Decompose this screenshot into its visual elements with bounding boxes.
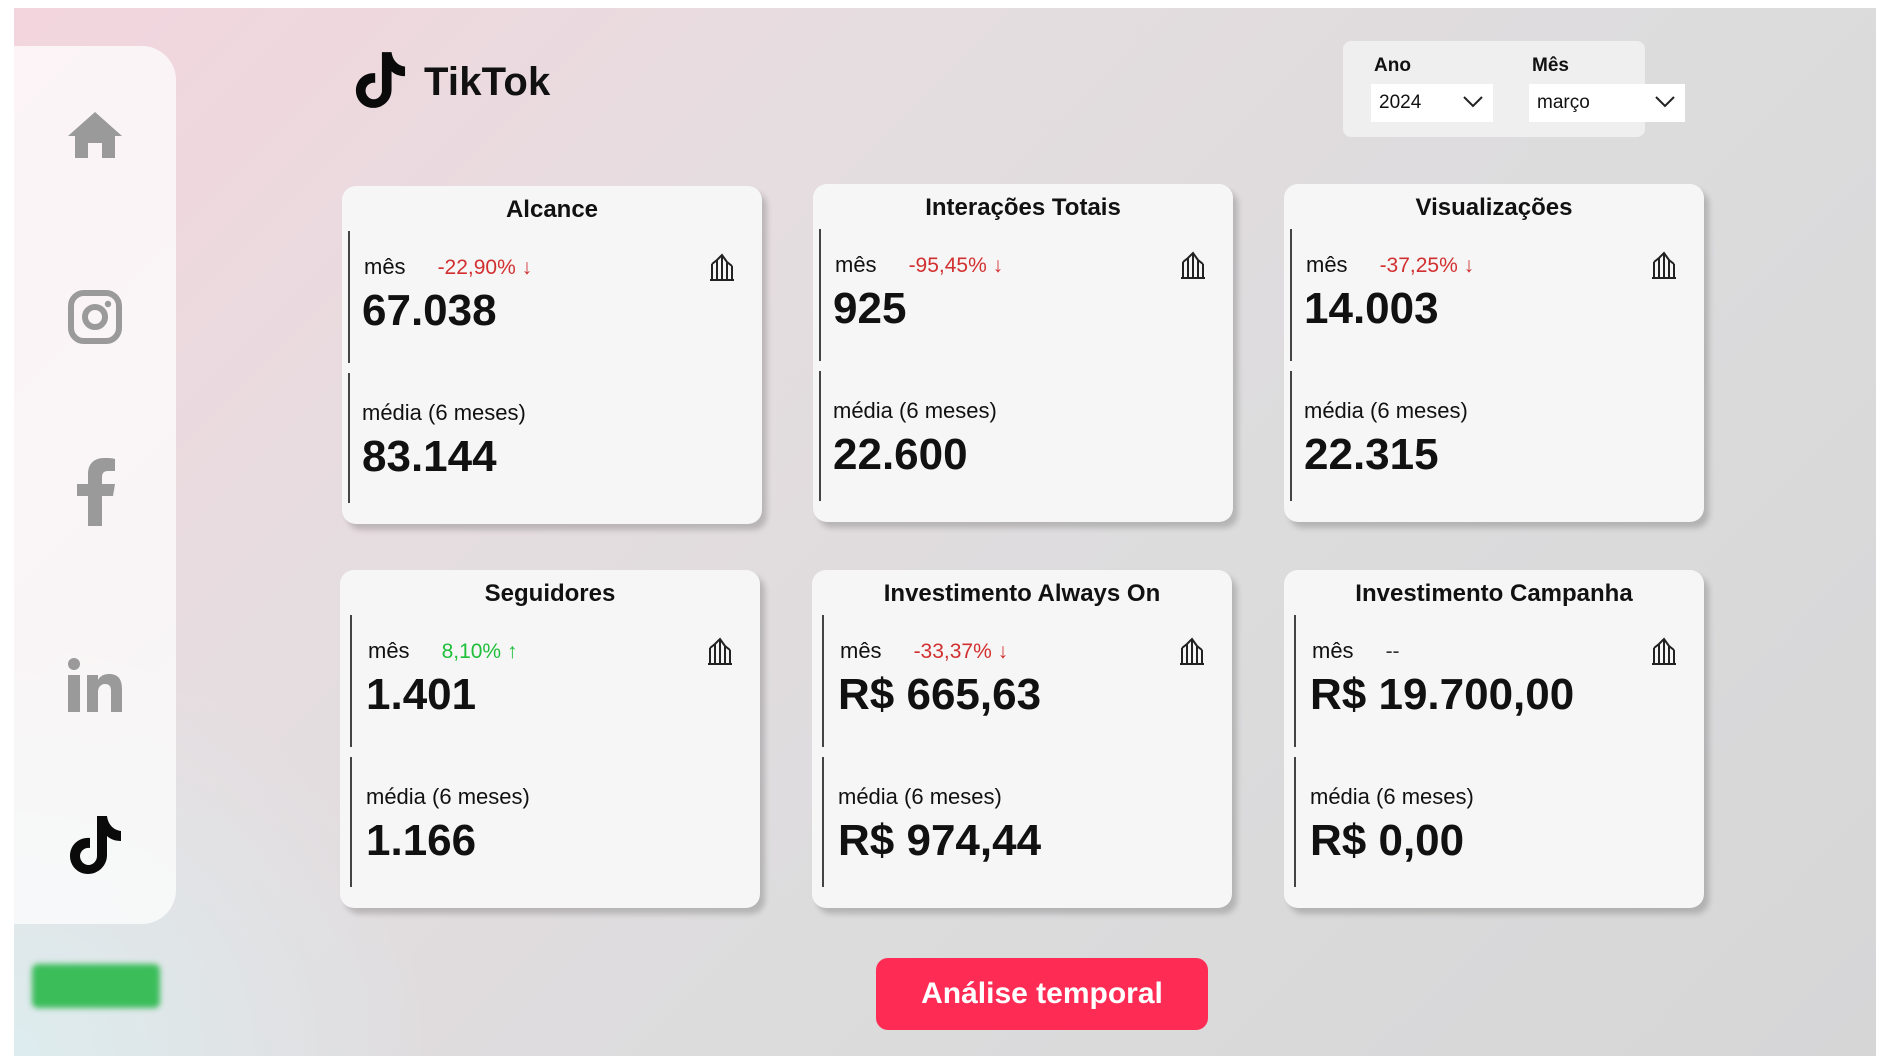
month-filter: Mês março [1529, 55, 1685, 122]
page-title: TikTok [424, 60, 551, 104]
divider [819, 371, 821, 501]
average-label: média (6 meses) [1304, 398, 1468, 423]
sidebar-item-home[interactable] [60, 100, 130, 170]
month-label: mês [840, 638, 882, 663]
card-title: Visualizações [1415, 194, 1573, 221]
divider [348, 373, 350, 503]
average-label: média (6 meses) [833, 398, 997, 423]
brand-header: TikTok [354, 50, 550, 115]
tiktok-icon [68, 814, 122, 876]
card-title: Investimento Always On [883, 580, 1161, 607]
month-label: mês [1312, 638, 1354, 663]
kpi-card-interacoes: Interações Totais mês -95,45% ↓ 925 médi… [813, 184, 1233, 522]
kpi-card-investimento-always-on: Investimento Always On mês -33,37% ↓ R$ … [812, 570, 1232, 908]
month-label: mês [364, 254, 406, 279]
month-value: 14.003 [1304, 284, 1439, 333]
home-icon [66, 109, 124, 161]
divider [348, 231, 350, 363]
drillthrough-chart-icon[interactable] [706, 636, 734, 671]
average-label: média (6 meses) [366, 784, 530, 809]
divider [819, 229, 821, 361]
drillthrough-chart-icon[interactable] [1179, 250, 1207, 285]
sidebar-item-instagram[interactable] [60, 282, 130, 352]
month-value: R$ 19.700,00 [1310, 670, 1575, 719]
month-label: mês [1306, 252, 1348, 277]
divider [350, 757, 352, 887]
average-value: R$ 0,00 [1310, 816, 1465, 865]
average-label: média (6 meses) [838, 784, 1002, 809]
divider [822, 615, 824, 747]
status-badge [32, 964, 160, 1008]
year-filter: Ano 2024 [1371, 55, 1493, 122]
card-title: Investimento Campanha [1355, 580, 1633, 607]
divider [350, 615, 352, 747]
card-title: Alcance [505, 196, 599, 223]
year-filter-label: Ano [1374, 55, 1411, 76]
month-label: mês [835, 252, 877, 277]
kpi-card-investimento-campanha: Investimento Campanha mês -- R$ 19.700,0… [1284, 570, 1704, 908]
average-label: média (6 meses) [362, 400, 526, 425]
month-select[interactable]: março [1529, 84, 1685, 122]
tiktok-logo-icon [354, 50, 406, 115]
drillthrough-chart-icon[interactable] [1650, 636, 1678, 671]
month-value: 1.401 [366, 670, 477, 719]
year-select-value: 2024 [1379, 92, 1422, 113]
average-label: média (6 meses) [1310, 784, 1474, 809]
facebook-icon [73, 456, 117, 526]
delta-badge: -95,45% ↓ [908, 254, 1004, 277]
divider [1290, 371, 1292, 501]
card-title: Interações Totais [925, 194, 1121, 221]
month-label: mês [368, 638, 410, 663]
average-value: 1.166 [366, 816, 477, 865]
divider [1294, 615, 1296, 747]
sidebar-item-facebook[interactable] [60, 456, 130, 526]
month-select-value: março [1537, 92, 1590, 113]
sidebar [14, 46, 176, 924]
temporal-analysis-button[interactable]: Análise temporal [876, 958, 1208, 1030]
month-value: 67.038 [362, 286, 497, 335]
delta-badge: -22,90% ↓ [437, 256, 533, 279]
average-value: 22.315 [1304, 430, 1439, 479]
average-value: R$ 974,44 [838, 816, 1042, 865]
drillthrough-chart-icon[interactable] [1178, 636, 1206, 671]
month-filter-label: Mês [1532, 55, 1569, 76]
divider [822, 757, 824, 887]
month-value: 925 [833, 284, 907, 333]
card-title: Seguidores [484, 580, 616, 607]
kpi-card-alcance: Alcance mês -22,90% ↓ 67.038 média (6 me… [342, 186, 762, 524]
filter-panel: Ano 2024 Mês março [1343, 41, 1685, 137]
instagram-icon [67, 289, 123, 345]
delta-badge: -33,37% ↓ [913, 640, 1009, 663]
kpi-card-seguidores: Seguidores mês 8,10% ↑ 1.401 média (6 me… [340, 570, 760, 908]
sidebar-item-tiktok[interactable] [60, 810, 130, 880]
average-value: 83.144 [362, 432, 497, 481]
drillthrough-chart-icon[interactable] [1650, 250, 1678, 285]
divider [1290, 229, 1292, 361]
year-select[interactable]: 2024 [1371, 84, 1493, 122]
average-value: 22.600 [833, 430, 968, 479]
chevron-down-icon [1463, 92, 1483, 114]
chevron-down-icon [1655, 92, 1675, 114]
linkedin-icon [67, 657, 123, 713]
dashboard-canvas: TikTok Ano 2024 Mês março Alcance mês -2… [14, 8, 1876, 1056]
divider [1294, 757, 1296, 887]
drillthrough-chart-icon[interactable] [708, 252, 736, 287]
kpi-card-visualizacoes: Visualizações mês -37,25% ↓ 14.003 média… [1284, 184, 1704, 522]
delta-badge: -- [1385, 640, 1400, 663]
month-value: R$ 665,63 [838, 670, 1042, 719]
delta-badge: -37,25% ↓ [1379, 254, 1475, 277]
sidebar-item-linkedin[interactable] [60, 650, 130, 720]
delta-badge: 8,10% ↑ [441, 640, 518, 663]
